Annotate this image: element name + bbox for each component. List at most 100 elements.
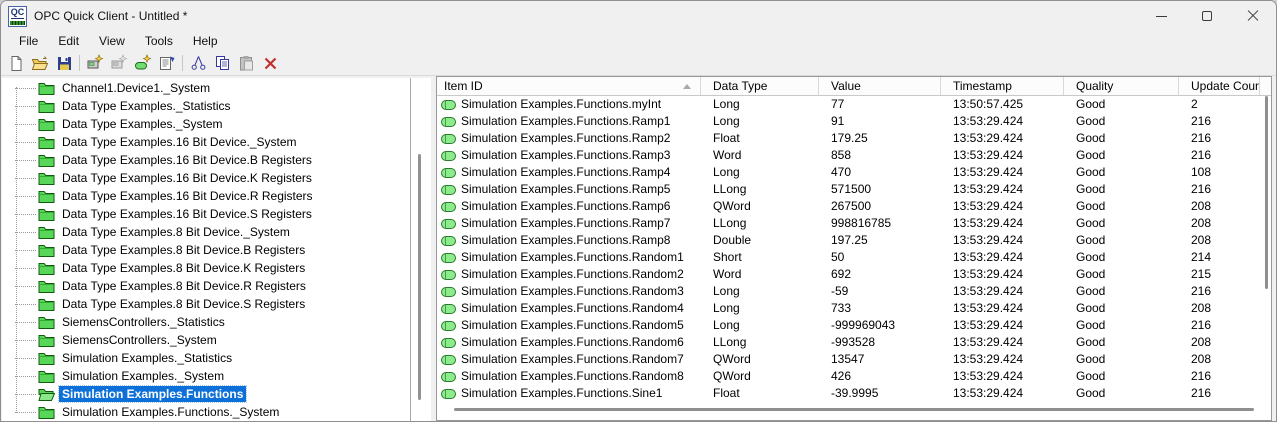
tree-item[interactable]: SiemensControllers._System — [2, 331, 410, 349]
tree-vertical-scrollbar[interactable] — [418, 154, 421, 400]
column-header-timestamp[interactable]: Timestamp — [941, 77, 1064, 95]
item-id-text: Simulation Examples.Functions.myInt — [461, 97, 662, 111]
tree-item-label: Simulation Examples.Functions._System — [62, 405, 280, 419]
tree-item[interactable]: Simulation Examples._System — [2, 367, 410, 385]
new-server-connection-button[interactable] — [83, 52, 107, 74]
toolbar-separator — [182, 55, 183, 71]
table-row[interactable]: Simulation Examples.Functions.Ramp8 Doub… — [437, 232, 1271, 249]
tree-item[interactable]: Data Type Examples.8 Bit Device.R Regist… — [2, 277, 410, 295]
menu-tools[interactable]: Tools — [135, 31, 183, 51]
column-header-update-count[interactable]: Update Count — [1179, 77, 1260, 95]
table-row[interactable]: Simulation Examples.Functions.Random4 Lo… — [437, 300, 1271, 317]
tree-item[interactable]: Data Type Examples._Statistics — [2, 97, 410, 115]
new-item-button[interactable] — [131, 52, 155, 74]
tree-item[interactable]: Data Type Examples.8 Bit Device._System — [2, 223, 410, 241]
item-id-text: Simulation Examples.Functions.Ramp2 — [461, 131, 671, 145]
tree-item[interactable]: Simulation Examples.Functions — [2, 385, 410, 403]
cell-quality: Good — [1076, 199, 1106, 213]
tree-item[interactable]: Data Type Examples.16 Bit Device.S Regis… — [2, 205, 410, 223]
tree-item-label: Data Type Examples.16 Bit Device._System — [62, 135, 297, 149]
tree-item[interactable]: Channel1.Device1._System — [2, 79, 410, 97]
item-id-text: Simulation Examples.Functions.Random7 — [461, 352, 684, 366]
cell-update-count: 216 — [1191, 182, 1212, 196]
cell-item-id: Simulation Examples.Functions.Random5 — [437, 317, 701, 334]
folder-open-icon — [38, 387, 55, 401]
table-row[interactable]: Simulation Examples.Functions.Ramp1 Long… — [437, 113, 1271, 130]
paste-icon — [239, 55, 253, 70]
cell-quality: Good — [1076, 148, 1106, 162]
copy-button[interactable] — [210, 52, 234, 74]
save-file-icon — [57, 56, 71, 70]
tree-item[interactable]: Data Type Examples.8 Bit Device.S Regist… — [2, 295, 410, 313]
new-group-icon — [111, 54, 128, 69]
table-row[interactable]: Simulation Examples.Functions.Ramp4 Long… — [437, 164, 1271, 181]
close-button[interactable] — [1230, 1, 1276, 31]
new-file-button[interactable] — [4, 52, 28, 74]
table-row[interactable]: Simulation Examples.Functions.Ramp3 Word… — [437, 147, 1271, 164]
cut-button[interactable] — [186, 52, 210, 74]
cell-data-type: Word — [713, 148, 742, 162]
cell-value: 197.25 — [831, 233, 868, 247]
table-row[interactable]: Simulation Examples.Functions.Ramp5 LLon… — [437, 181, 1271, 198]
maximize-button[interactable] — [1184, 1, 1230, 31]
menu-file[interactable]: File — [9, 31, 48, 51]
tree-item[interactable]: Data Type Examples.16 Bit Device.R Regis… — [2, 187, 410, 205]
properties-button[interactable] — [155, 52, 179, 74]
save-file-button[interactable] — [52, 52, 76, 74]
table-row[interactable]: Simulation Examples.Functions.Random2 Wo… — [437, 266, 1271, 283]
cell-quality: Good — [1076, 216, 1106, 230]
menu-view[interactable]: View — [89, 31, 135, 51]
cell-update-count: 216 — [1191, 148, 1212, 162]
table-row[interactable]: Simulation Examples.Functions.Random1 Sh… — [437, 249, 1271, 266]
table-row[interactable]: Simulation Examples.Functions.Random3 Lo… — [437, 283, 1271, 300]
menu-help[interactable]: Help — [183, 31, 228, 51]
delete-button[interactable] — [258, 52, 282, 74]
cell-update-count: 216 — [1191, 284, 1212, 298]
tree-item[interactable]: SiemensControllers._Statistics — [2, 313, 410, 331]
menu-edit[interactable]: Edit — [48, 31, 89, 51]
table-row[interactable]: Simulation Examples.Functions.Ramp2 Floa… — [437, 130, 1271, 147]
new-item-icon — [135, 54, 152, 70]
table-row[interactable]: Simulation Examples.Functions.Random6 LL… — [437, 334, 1271, 351]
table-row[interactable]: Simulation Examples.Functions.Ramp6 QWor… — [437, 198, 1271, 215]
tree-branch-connector — [15, 267, 36, 269]
tree-branch-connector — [15, 141, 36, 143]
column-header-quality[interactable]: Quality — [1064, 77, 1179, 95]
open-file-button[interactable] — [28, 52, 52, 74]
item-id-text: Simulation Examples.Functions.Ramp8 — [461, 233, 671, 247]
table-row[interactable]: Simulation Examples.Functions.Random5 Lo… — [437, 317, 1271, 334]
tree-item[interactable]: Data Type Examples.8 Bit Device.K Regist… — [2, 259, 410, 277]
table-row[interactable]: Simulation Examples.Functions.Random7 QW… — [437, 351, 1271, 368]
tree-item[interactable]: Data Type Examples.16 Bit Device.K Regis… — [2, 169, 410, 187]
toolbar — [1, 51, 1276, 76]
tree-item[interactable]: Data Type Examples.8 Bit Device.B Regist… — [2, 241, 410, 259]
tree-item[interactable]: Data Type Examples._System — [2, 115, 410, 133]
cell-timestamp: 13:53:29.424 — [953, 369, 1024, 383]
tree-item[interactable]: Data Type Examples.16 Bit Device._System — [2, 133, 410, 151]
table-row[interactable]: Simulation Examples.Functions.Random8 QW… — [437, 368, 1271, 385]
cell-item-id: Simulation Examples.Functions.myInt — [437, 96, 701, 113]
tree-item[interactable]: Data Type Examples.16 Bit Device.B Regis… — [2, 151, 410, 169]
opc-item-tag-icon — [441, 269, 456, 280]
tree-item[interactable]: Simulation Examples.Functions._System — [2, 403, 410, 421]
list-horizontal-scrollbar[interactable] — [454, 408, 1254, 411]
item-id-text: Simulation Examples.Functions.Ramp5 — [461, 182, 671, 196]
tree-item[interactable]: Simulation Examples._Statistics — [2, 349, 410, 367]
cell-timestamp: 13:53:29.424 — [953, 284, 1024, 298]
window-title: OPC Quick Client - Untitled * — [34, 9, 188, 23]
cell-value: 13547 — [831, 352, 865, 366]
column-header-value[interactable]: Value — [819, 77, 941, 95]
minimize-icon — [1155, 15, 1167, 17]
minimize-button[interactable] — [1138, 1, 1184, 31]
opc-item-tag-icon — [441, 201, 456, 212]
maximize-icon — [1202, 11, 1212, 21]
column-header-data-type[interactable]: Data Type — [701, 77, 819, 95]
column-header-item-id[interactable]: Item ID — [437, 77, 701, 95]
table-row[interactable]: Simulation Examples.Functions.Sine1 Floa… — [437, 385, 1271, 402]
cell-timestamp: 13:53:29.424 — [953, 335, 1024, 349]
table-row[interactable]: Simulation Examples.Functions.myInt Long… — [437, 96, 1271, 113]
table-row[interactable]: Simulation Examples.Functions.Ramp7 LLon… — [437, 215, 1271, 232]
cell-data-type: Long — [713, 165, 740, 179]
cell-update-count: 216 — [1191, 131, 1212, 145]
list-vertical-scrollbar[interactable] — [1265, 96, 1268, 289]
